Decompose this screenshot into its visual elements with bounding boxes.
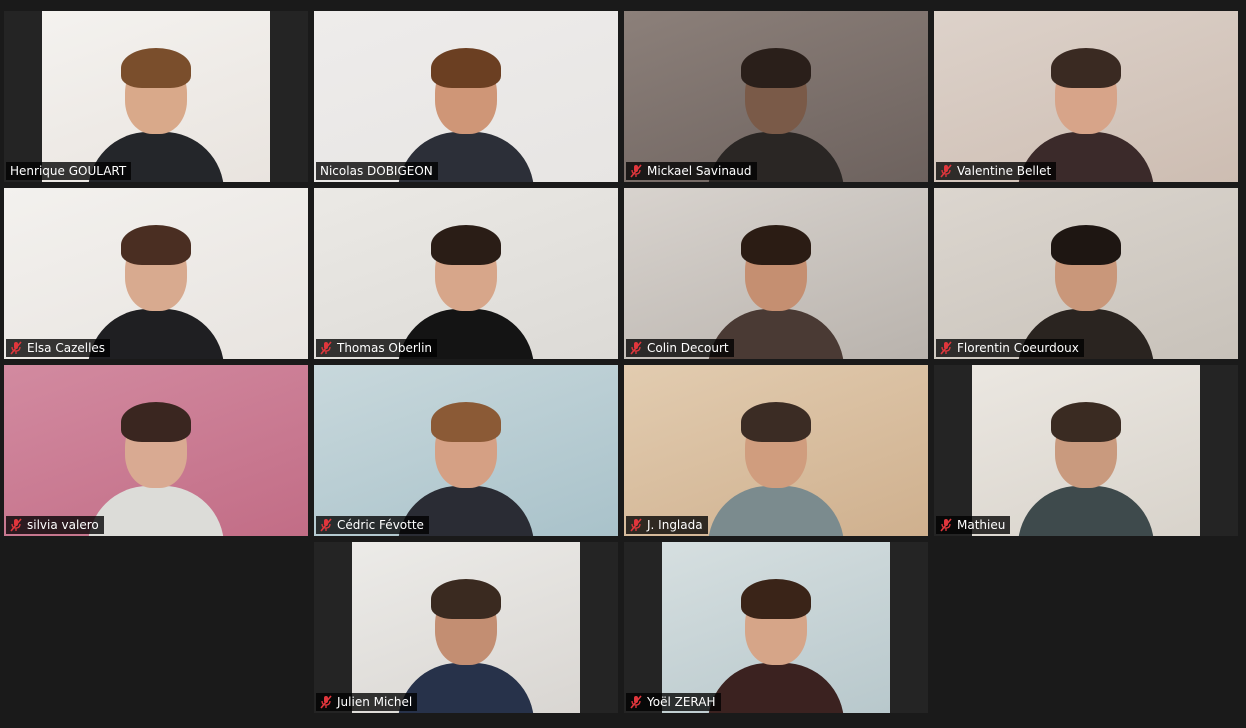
- participant-silhouette: [1018, 32, 1154, 182]
- video-tile[interactable]: Florentin Coeurdoux: [934, 188, 1238, 359]
- mic-muted-icon: [630, 164, 642, 178]
- participant-name-tag: Mathieu: [936, 516, 1011, 534]
- participant-silhouette: [1018, 386, 1154, 536]
- participant-silhouette: [708, 386, 844, 536]
- video-tile[interactable]: Thomas Oberlin: [314, 188, 618, 359]
- participant-silhouette: [398, 32, 534, 182]
- video-feed: [352, 542, 580, 713]
- video-feed: [4, 188, 308, 359]
- participant-name-tag: Mickael Savinaud: [626, 162, 757, 180]
- video-tile[interactable]: silvia valero: [4, 365, 308, 536]
- video-feed: [314, 11, 618, 182]
- video-feed: [4, 365, 308, 536]
- participant-name: Thomas Oberlin: [337, 341, 433, 355]
- video-feed: [624, 11, 928, 182]
- participant-name: Colin Decourt: [647, 341, 729, 355]
- participant-silhouette: [398, 563, 534, 713]
- gallery-grid: Henrique GOULART Nicolas DOBIGEON Mickael …: [0, 0, 1246, 728]
- participant-name: J. Inglada: [647, 518, 703, 532]
- video-tile[interactable]: J. Inglada: [624, 365, 928, 536]
- mic-muted-icon: [10, 518, 22, 532]
- participant-silhouette: [708, 563, 844, 713]
- participant-name: Mickael Savinaud: [647, 164, 752, 178]
- participant-name: Yoël ZERAH: [647, 695, 716, 709]
- video-feed: [972, 365, 1200, 536]
- participant-name-tag: Cédric Févotte: [316, 516, 429, 534]
- participant-silhouette: [1018, 209, 1154, 359]
- participant-silhouette: [88, 32, 224, 182]
- video-tile[interactable]: Yoël ZERAH: [624, 542, 928, 713]
- participant-name: Cédric Févotte: [337, 518, 424, 532]
- participant-name-tag: silvia valero: [6, 516, 104, 534]
- video-tile[interactable]: Valentine Bellet: [934, 11, 1238, 182]
- mic-muted-icon: [320, 518, 332, 532]
- participant-silhouette: [398, 386, 534, 536]
- video-tile[interactable]: Cédric Févotte: [314, 365, 618, 536]
- participant-name-tag: Florentin Coeurdoux: [936, 339, 1084, 357]
- video-feed: [934, 188, 1238, 359]
- participant-name-tag: Henrique GOULART: [6, 162, 132, 180]
- video-feed: [624, 365, 928, 536]
- video-tile[interactable]: Nicolas DOBIGEON: [314, 11, 618, 182]
- participant-name: Valentine Bellet: [957, 164, 1052, 178]
- video-feed: [662, 542, 890, 713]
- video-feed: [42, 11, 270, 182]
- video-tile[interactable]: Henrique GOULART: [4, 11, 308, 182]
- video-tile[interactable]: Mickael Savinaud: [624, 11, 928, 182]
- mic-muted-icon: [630, 695, 642, 709]
- video-feed: [624, 188, 928, 359]
- participant-name-tag: Nicolas DOBIGEON: [316, 162, 438, 180]
- participant-name: Elsa Cazelles: [27, 341, 106, 355]
- video-tile[interactable]: Elsa Cazelles: [4, 188, 308, 359]
- mic-muted-icon: [320, 695, 332, 709]
- participant-name: Mathieu: [957, 518, 1006, 532]
- participant-name-tag: Yoël ZERAH: [626, 693, 721, 711]
- participant-name-tag: Valentine Bellet: [936, 162, 1057, 180]
- participant-silhouette: [398, 209, 534, 359]
- participant-silhouette: [708, 32, 844, 182]
- participant-name-tag: J. Inglada: [626, 516, 708, 534]
- video-feed: [314, 188, 618, 359]
- mic-muted-icon: [940, 164, 952, 178]
- mic-muted-icon: [630, 341, 642, 355]
- video-tile[interactable]: Colin Decourt: [624, 188, 928, 359]
- participant-silhouette: [708, 209, 844, 359]
- participant-name: Julien Michel: [337, 695, 413, 709]
- mic-muted-icon: [940, 341, 952, 355]
- participant-name: Nicolas DOBIGEON: [320, 164, 433, 178]
- participant-name: Henrique GOULART: [10, 164, 127, 178]
- video-feed: [934, 11, 1238, 182]
- mic-muted-icon: [320, 341, 332, 355]
- mic-muted-icon: [630, 518, 642, 532]
- participant-name-tag: Elsa Cazelles: [6, 339, 111, 357]
- participant-name-tag: Colin Decourt: [626, 339, 734, 357]
- participant-name: silvia valero: [27, 518, 99, 532]
- video-tile[interactable]: Mathieu: [934, 365, 1238, 536]
- video-tile[interactable]: Julien Michel: [314, 542, 618, 713]
- video-feed: [314, 365, 618, 536]
- participant-name-tag: Thomas Oberlin: [316, 339, 438, 357]
- participant-silhouette: [88, 209, 224, 359]
- mic-muted-icon: [940, 518, 952, 532]
- participant-name: Florentin Coeurdoux: [957, 341, 1079, 355]
- participant-silhouette: [88, 386, 224, 536]
- mic-muted-icon: [10, 341, 22, 355]
- participant-name-tag: Julien Michel: [316, 693, 418, 711]
